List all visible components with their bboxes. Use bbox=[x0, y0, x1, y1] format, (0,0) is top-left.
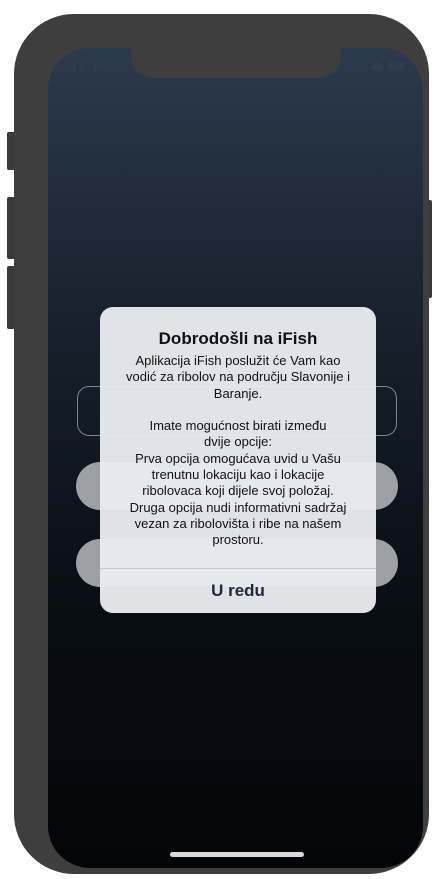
status-icons bbox=[371, 62, 405, 70]
alert-message: Aplikacija iFish poslužit će Vam kao vod… bbox=[125, 353, 350, 548]
phone-device: 12:36 Dobrodošli na iFish Aplikacija iFi… bbox=[0, 0, 435, 879]
app-screen: 12:36 Dobrodošli na iFish Aplikacija iFi… bbox=[48, 48, 423, 868]
notch bbox=[131, 48, 341, 78]
welcome-alert-dialog: Dobrodošli na iFish Aplikacija iFish pos… bbox=[100, 307, 376, 613]
wifi-icon bbox=[371, 62, 383, 70]
alert-title: Dobrodošli na iFish bbox=[158, 329, 318, 348]
status-time: 12:36 bbox=[70, 58, 106, 74]
battery-icon bbox=[387, 62, 405, 70]
ok-button[interactable]: U redu bbox=[100, 569, 376, 613]
phone-frame: 12:36 Dobrodošli na iFish Aplikacija iFi… bbox=[14, 14, 429, 874]
home-indicator[interactable] bbox=[170, 852, 304, 857]
